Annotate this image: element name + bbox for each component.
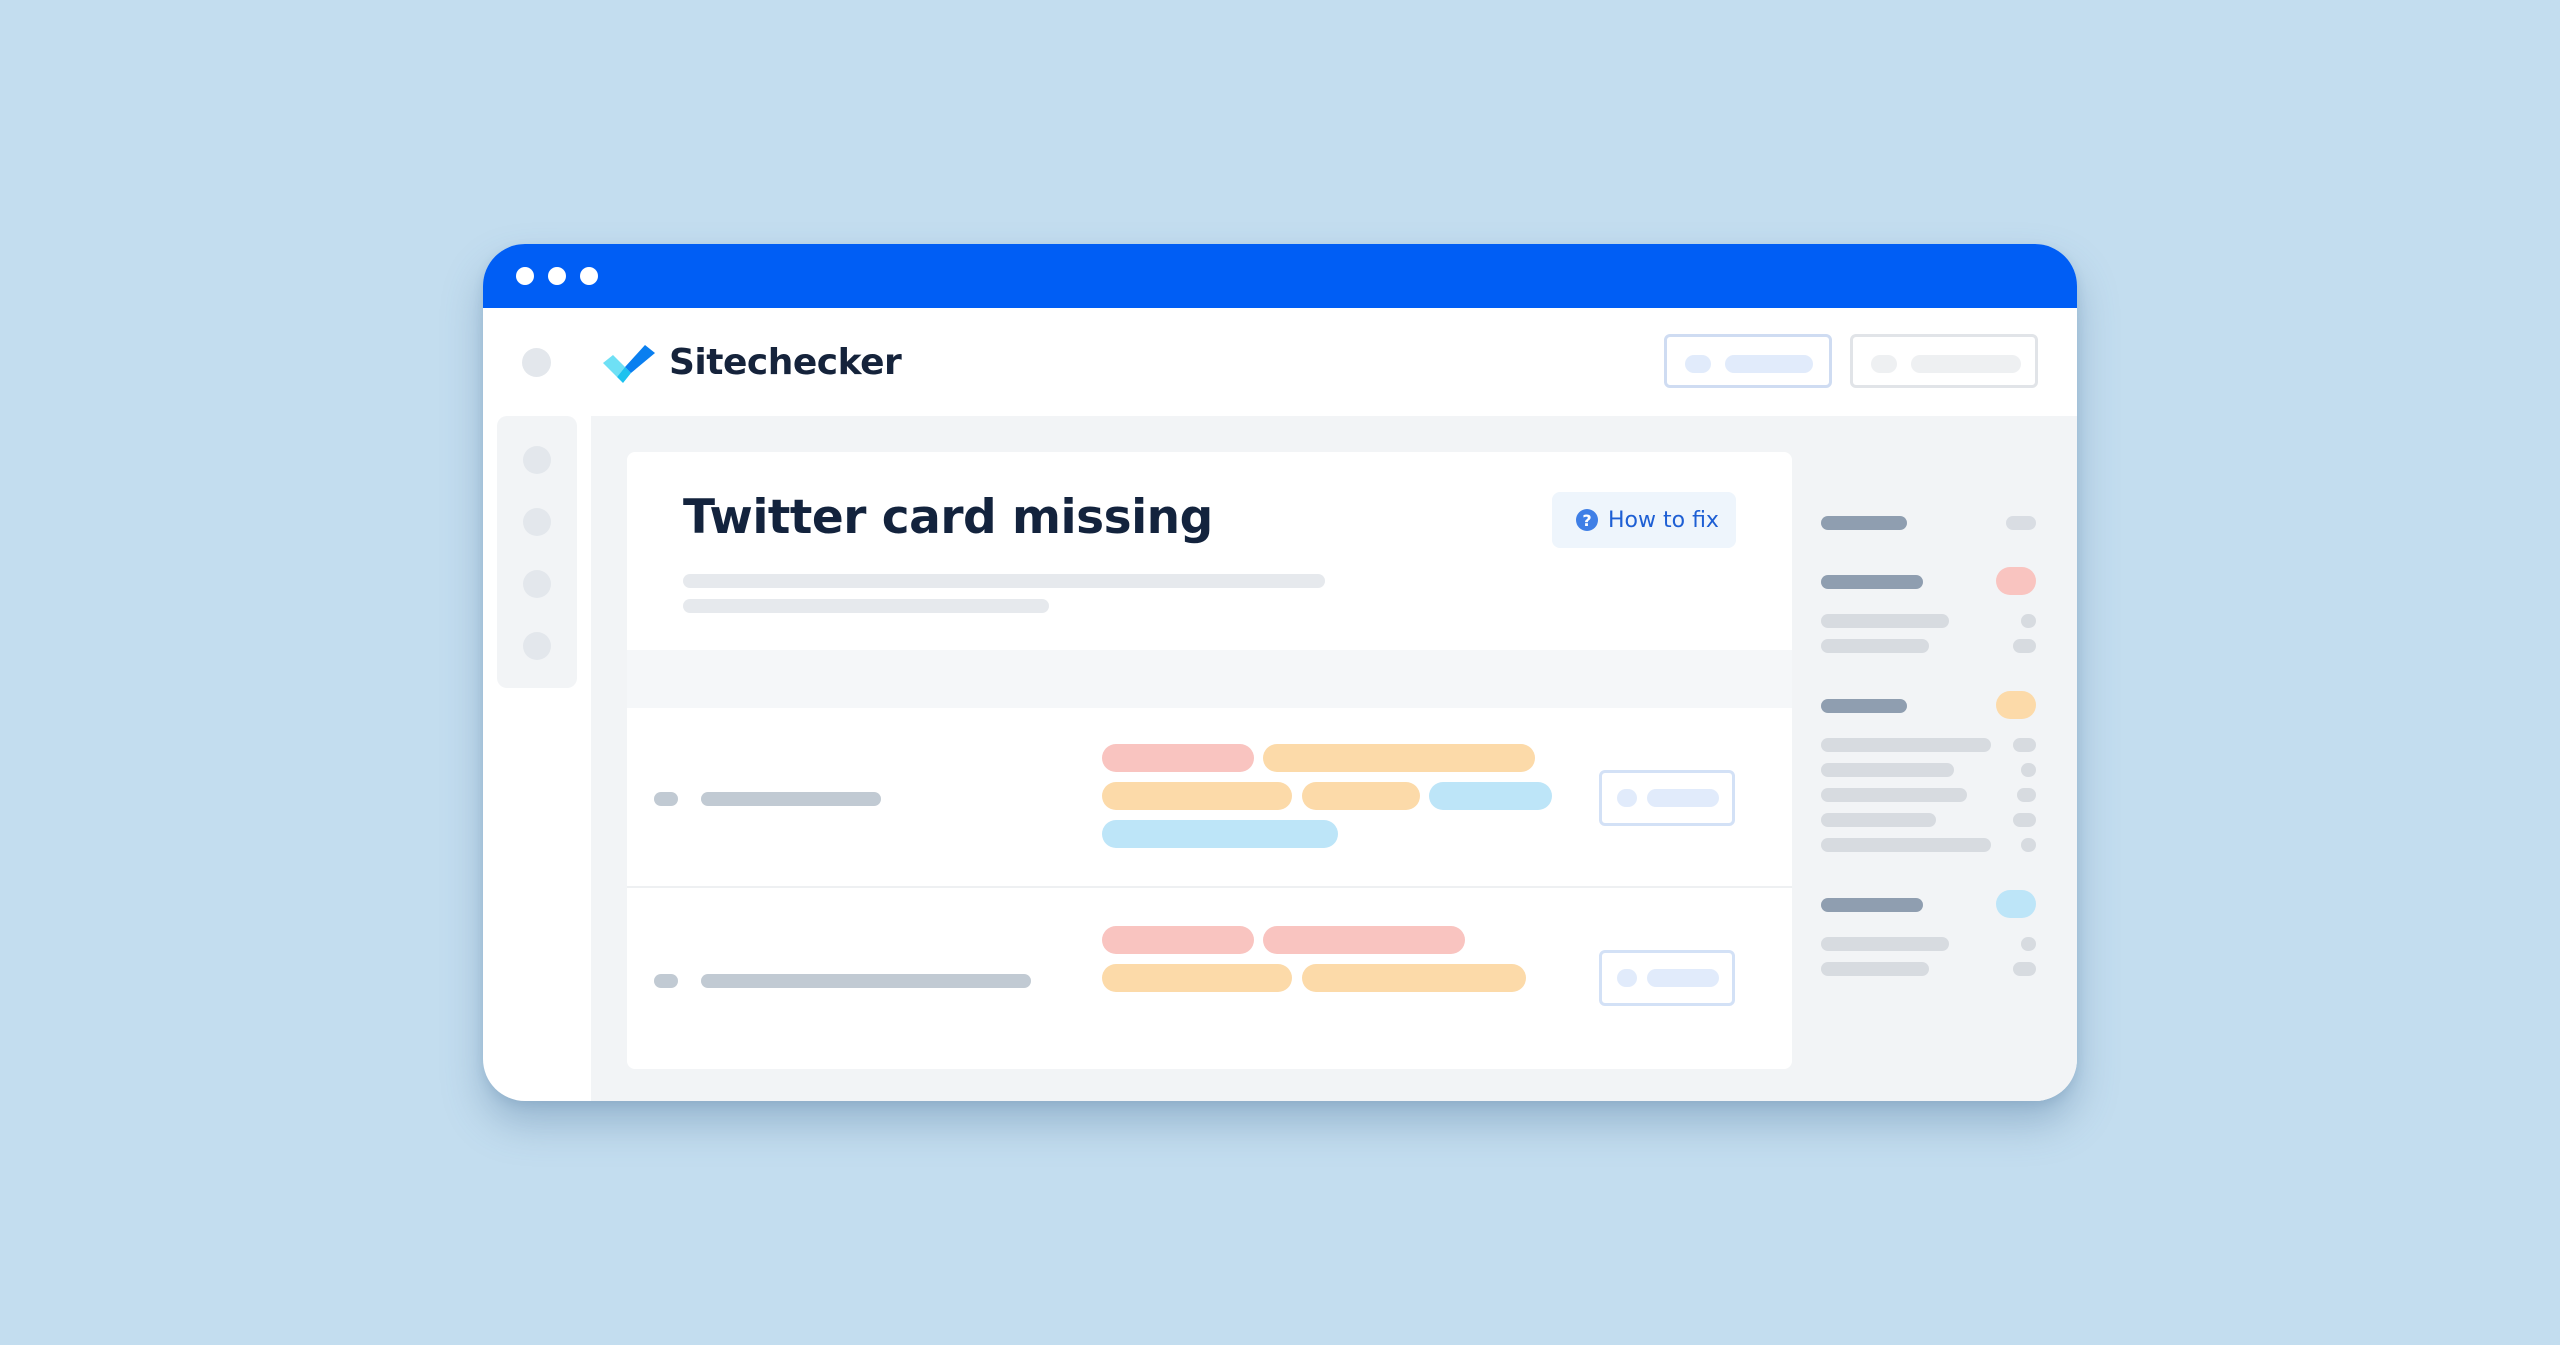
summary-item-count [2021,838,2036,852]
summary-item[interactable] [1821,738,1991,752]
description-line [683,599,1049,613]
button-label-placeholder [1647,969,1719,987]
row-url-placeholder[interactable] [701,974,1031,988]
notices-badge [1996,890,2036,918]
question-circle-icon: ? [1576,509,1598,531]
errors-badge [1996,567,2036,595]
table-row[interactable] [627,708,1792,886]
table-row[interactable] [627,888,1792,1069]
row-icon-placeholder [654,792,678,806]
button-label-placeholder [1647,789,1719,807]
summary-count [2006,516,2036,530]
button-icon-placeholder [1617,789,1637,807]
button-icon-placeholder [1617,969,1637,987]
warning-tag [1102,964,1292,992]
button-label-placeholder [1911,355,2021,373]
header-secondary-button[interactable] [1850,334,2038,388]
summary-item[interactable] [1821,962,1929,976]
summary-item-count [2017,788,2036,802]
app-header: Sitechecker [483,308,2077,414]
summary-item[interactable] [1821,614,1949,628]
summary-item-count [2013,813,2036,827]
sidebar-item-icon[interactable] [523,632,551,660]
error-tag [1263,926,1465,954]
row-url-placeholder[interactable] [701,792,881,806]
warning-tag [1102,782,1292,810]
summary-heading [1821,516,1907,530]
brand-logo[interactable]: Sitechecker [603,337,902,387]
warnings-heading[interactable] [1821,699,1907,713]
table-header [627,650,1792,708]
summary-item-count [2013,738,2036,752]
summary-item-count [2021,937,2036,951]
button-icon-placeholder [1685,355,1711,373]
summary-item[interactable] [1821,763,1954,777]
summary-item[interactable] [1821,788,1967,802]
warning-tag [1263,744,1535,772]
notice-tag [1429,782,1552,810]
row-icon-placeholder [654,974,678,988]
error-tag [1102,926,1254,954]
brand-name: Sitechecker [669,341,902,383]
button-icon-placeholder [1871,355,1897,373]
errors-heading[interactable] [1821,575,1923,589]
how-to-fix-button[interactable]: ? How to fix [1552,492,1736,548]
summary-item[interactable] [1821,639,1929,653]
window-control-dot[interactable] [580,267,598,285]
warning-tag [1302,782,1420,810]
row-action-button[interactable] [1599,770,1735,826]
summary-item-count [2021,614,2036,628]
browser-window: Sitechecker Twitter card missing ? How t… [483,244,2077,1101]
notice-tag [1102,820,1338,848]
description-line [683,574,1325,588]
issue-card: Twitter card missing ? How to fix [627,452,1792,1069]
warning-tag [1302,964,1526,992]
page-title: Twitter card missing [683,490,1213,545]
summary-item[interactable] [1821,838,1991,852]
row-action-button[interactable] [1599,950,1735,1006]
sidebar [497,416,577,688]
notices-heading[interactable] [1821,898,1923,912]
summary-item-count [2013,639,2036,653]
sidebar-item-icon[interactable] [523,446,551,474]
error-tag [1102,744,1254,772]
button-label-placeholder [1725,355,1813,373]
summary-item-count [2021,763,2036,777]
warnings-badge [1996,691,2036,719]
header-primary-button[interactable] [1664,334,1832,388]
how-to-fix-label: How to fix [1608,507,1719,533]
summary-item[interactable] [1821,813,1936,827]
menu-toggle-icon[interactable] [522,348,551,377]
sidebar-item-icon[interactable] [523,508,551,536]
checkmark-logo-icon [603,345,655,383]
summary-item-count [2013,962,2036,976]
window-control-dot[interactable] [548,267,566,285]
sidebar-item-icon[interactable] [523,570,551,598]
window-titlebar [483,244,2077,308]
summary-item[interactable] [1821,937,1949,951]
window-control-dot[interactable] [516,267,534,285]
